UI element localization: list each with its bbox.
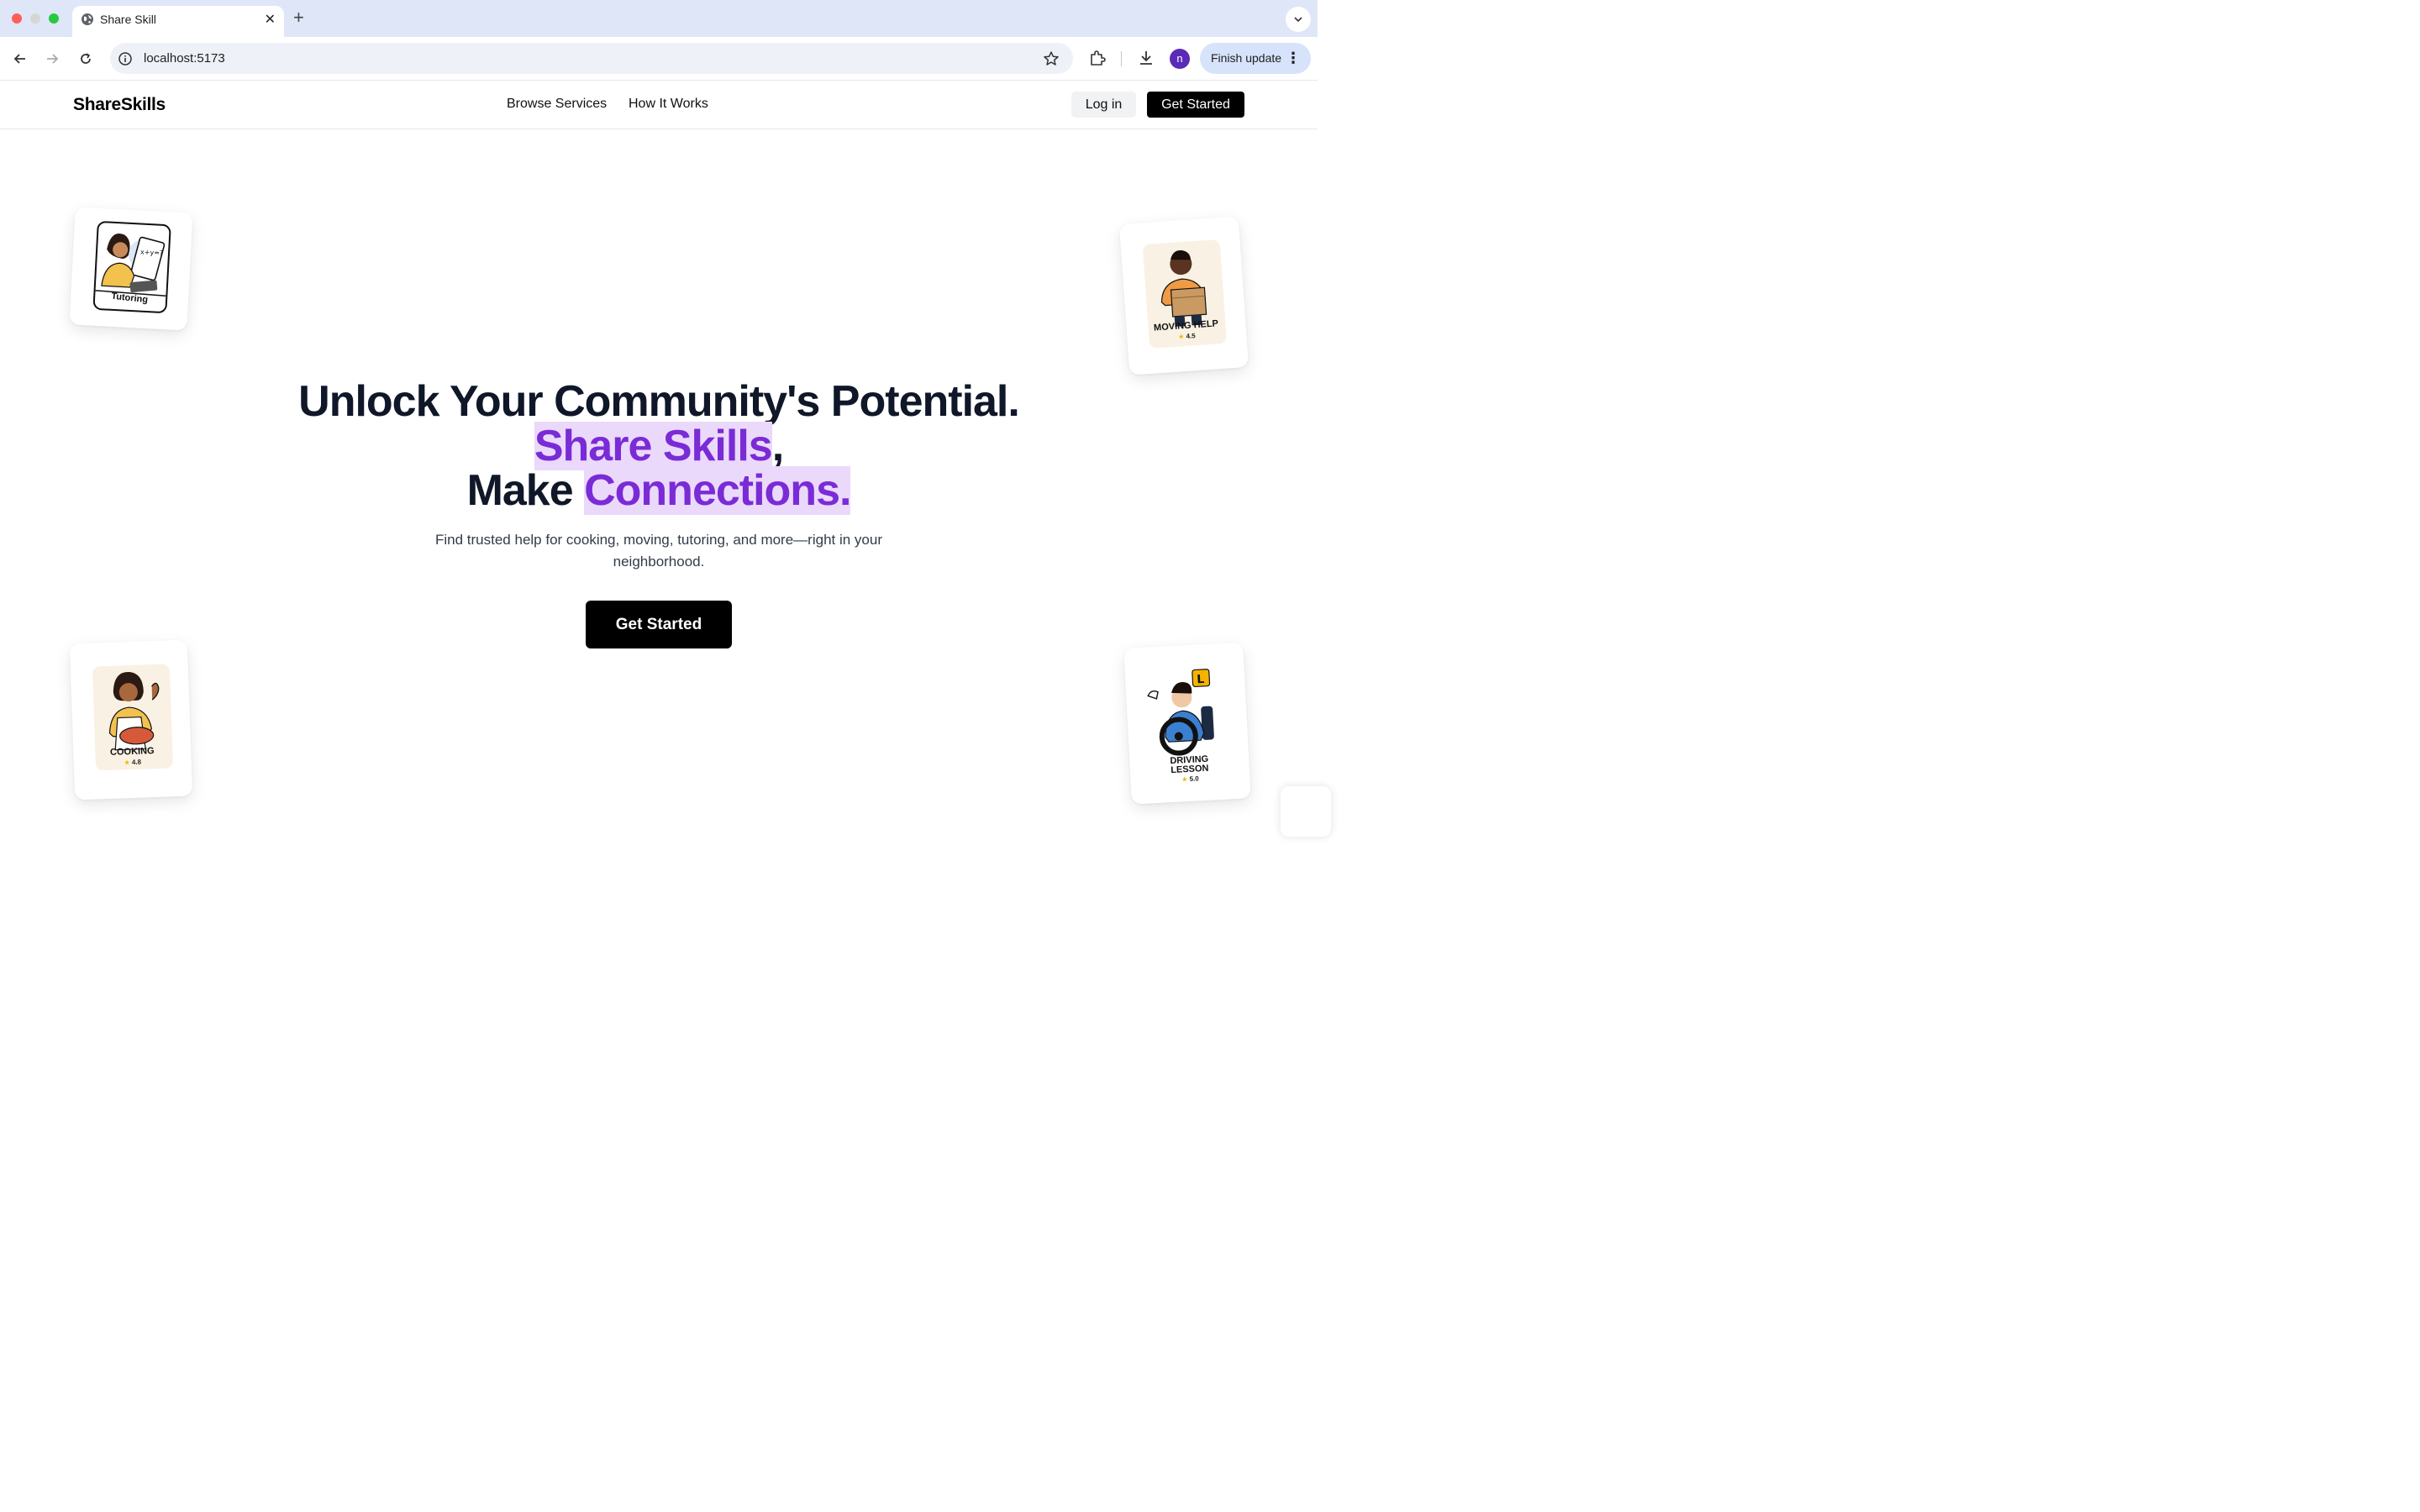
hero-title-make: Make	[466, 466, 585, 515]
more-menu-icon[interactable]: ⋮	[1286, 43, 1301, 74]
reload-icon	[81, 53, 91, 64]
forward-button[interactable]	[42, 49, 62, 69]
nav-how-it-works[interactable]: How It Works	[629, 97, 708, 112]
login-button[interactable]: Log in	[1071, 92, 1136, 118]
extensions-icon[interactable]	[1087, 48, 1107, 68]
moving-help-illustration	[1143, 239, 1227, 349]
nav-browse-services[interactable]: Browse Services	[507, 97, 607, 112]
hero-subtitle: Find trusted help for cooking, moving, t…	[435, 532, 882, 570]
info-icon[interactable]	[118, 51, 133, 66]
cooking-rating-value: 4.8	[131, 758, 142, 766]
hero-highlight-share-skills: Share Skills	[534, 422, 773, 470]
maximize-window-button[interactable]	[49, 13, 59, 24]
floating-widget[interactable]	[1281, 786, 1331, 837]
star-icon: ★	[124, 759, 130, 767]
arrow-right-icon	[47, 54, 59, 64]
cooking-card[interactable]: COOKING ★ 4.8	[69, 639, 193, 801]
tutoring-board-text: x+y=?	[140, 249, 164, 257]
back-button[interactable]	[10, 49, 30, 69]
browser-tabbar: Share Skill ✕ +	[0, 0, 1318, 37]
hero-title-line1: Unlock Your Community's Potential.	[298, 377, 1020, 426]
hero-get-started-button[interactable]: Get Started	[586, 601, 732, 648]
hero-title-comma: ,	[771, 422, 784, 470]
profile-avatar[interactable]: n	[1170, 49, 1190, 69]
moving-help-rating-value: 4.5	[1186, 332, 1196, 340]
new-tab-button[interactable]: +	[293, 8, 304, 28]
browser-tab[interactable]: Share Skill ✕	[72, 6, 284, 37]
hero-highlight-connections: Connections.	[584, 466, 851, 515]
driving-lesson-rating-value: 5.0	[1189, 774, 1199, 783]
url-text[interactable]: localhost:5173	[144, 51, 225, 66]
tutoring-card[interactable]: x+y=? Tutoring	[69, 207, 193, 331]
moving-help-card[interactable]: MOVING HELP ★ 4.5	[1118, 216, 1249, 375]
driving-lesson-card[interactable]: L DRIVING LESSON ★ 5.0	[1123, 642, 1251, 805]
tab-title: Share Skill	[100, 13, 156, 26]
close-window-button[interactable]	[12, 13, 22, 24]
learner-plate-text: L	[1197, 673, 1205, 686]
site-header: ShareSkills Browse Services How It Works…	[0, 81, 1318, 129]
star-icon: ★	[1177, 333, 1185, 341]
toolbar-divider	[1121, 51, 1122, 66]
globe-icon	[82, 13, 93, 25]
arrow-left-icon	[13, 54, 25, 64]
tutoring-illustration: x+y=?	[92, 221, 171, 313]
chevron-down-icon	[1294, 17, 1302, 23]
reload-button[interactable]	[76, 49, 96, 69]
download-icon[interactable]	[1136, 48, 1156, 68]
close-tab-icon[interactable]: ✕	[265, 11, 276, 28]
site-logo[interactable]: ShareSkills	[73, 95, 166, 115]
finish-update-label: Finish update	[1211, 51, 1282, 65]
header-get-started-button[interactable]: Get Started	[1147, 92, 1244, 118]
minimize-window-button[interactable]	[30, 13, 40, 24]
cooking-illustration	[92, 664, 173, 771]
star-icon: ★	[1181, 775, 1188, 784]
address-bar[interactable]: localhost:5173	[110, 43, 1073, 74]
bookmark-star-icon[interactable]	[1043, 50, 1060, 67]
browser-toolbar: localhost:5173 n Finish update ⋮	[0, 37, 1318, 81]
tab-search-button[interactable]	[1286, 7, 1311, 32]
hero-title: Unlock Your Community's Potential. Share…	[239, 377, 1079, 515]
finish-update-button[interactable]: Finish update ⋮	[1200, 43, 1311, 74]
